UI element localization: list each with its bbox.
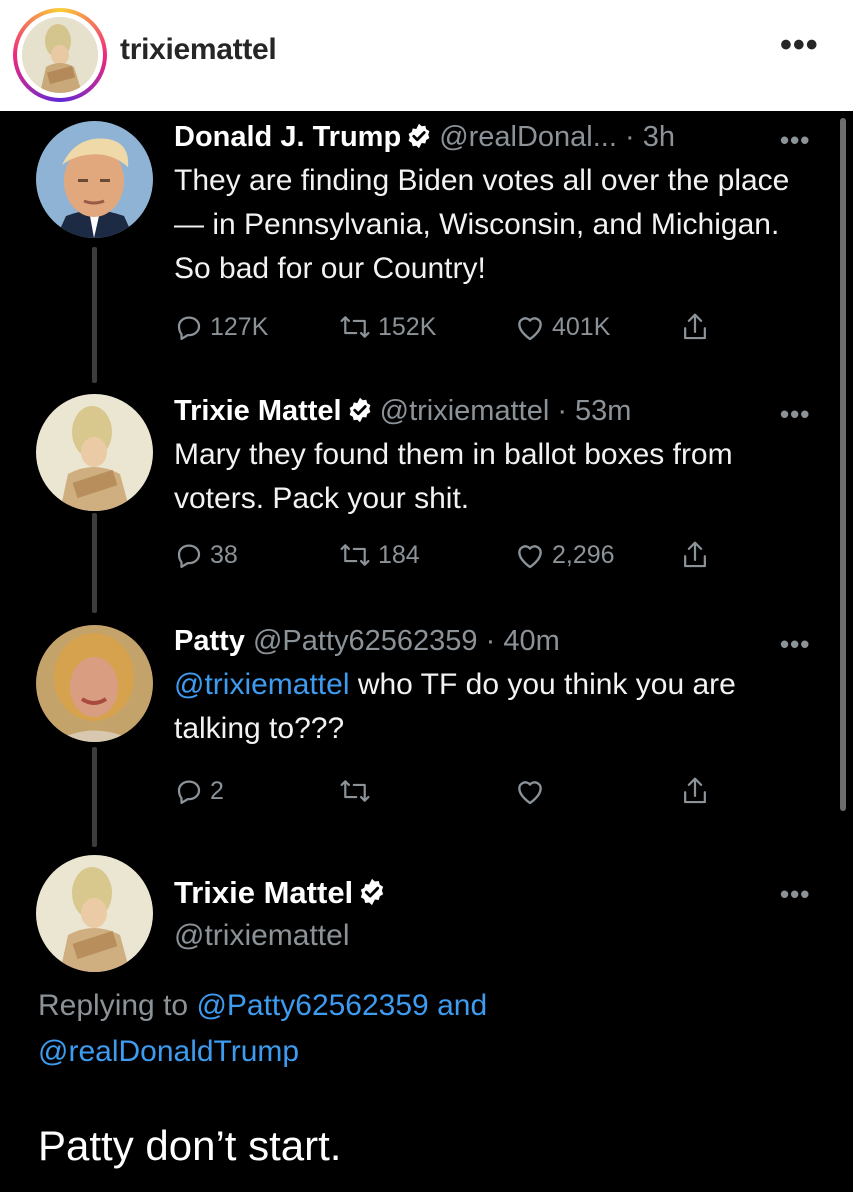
avatar[interactable] bbox=[36, 394, 153, 511]
thread-line bbox=[92, 747, 97, 847]
more-options-icon[interactable]: ••• bbox=[780, 127, 810, 153]
more-options-icon[interactable]: ••• bbox=[780, 401, 810, 427]
verified-badge-icon bbox=[405, 119, 433, 163]
share-button[interactable] bbox=[680, 535, 710, 575]
retweet-button[interactable]: 152K bbox=[338, 307, 436, 347]
like-count: 2,296 bbox=[552, 541, 615, 569]
retweet-button[interactable]: 184 bbox=[338, 535, 420, 575]
avatar[interactable] bbox=[36, 855, 153, 972]
mention-link[interactable]: @Patty62562359 bbox=[196, 989, 428, 1022]
replying-prefix: Replying to bbox=[38, 989, 197, 1022]
author-name[interactable]: Patty bbox=[174, 625, 245, 657]
avatar-image bbox=[22, 17, 98, 93]
share-icon bbox=[680, 775, 710, 807]
avatar[interactable] bbox=[36, 121, 153, 238]
like-button[interactable]: 401K bbox=[514, 307, 610, 347]
share-icon bbox=[680, 539, 710, 571]
retweet-button[interactable] bbox=[338, 771, 378, 811]
heart-icon bbox=[514, 776, 546, 806]
reply-button[interactable]: 127K bbox=[174, 307, 268, 347]
author-name[interactable]: Trixie Mattel bbox=[174, 395, 342, 427]
scrollbar[interactable] bbox=[840, 118, 846, 811]
author-name[interactable]: Donald J. Trump bbox=[174, 121, 401, 153]
author-handle[interactable]: @realDonal... bbox=[439, 121, 617, 153]
share-button[interactable] bbox=[680, 307, 710, 347]
thread-line bbox=[92, 513, 97, 613]
mention-link[interactable]: @realDonaldTrump bbox=[38, 1035, 299, 1068]
like-count: 401K bbox=[552, 313, 611, 341]
like-button[interactable] bbox=[514, 771, 552, 811]
share-button[interactable] bbox=[680, 771, 710, 811]
tweet-time: · 40m bbox=[485, 625, 560, 657]
author-handle[interactable]: @trixiemattel bbox=[380, 395, 550, 427]
reply-count: 127K bbox=[210, 313, 269, 341]
more-options-icon[interactable]: ••• bbox=[780, 631, 810, 657]
share-icon bbox=[680, 311, 710, 343]
profile-avatar[interactable] bbox=[13, 8, 107, 102]
more-options-icon[interactable]: ••• bbox=[780, 28, 819, 62]
heart-icon bbox=[514, 312, 546, 342]
reply-icon bbox=[174, 312, 204, 342]
mention-link[interactable]: @trixiemattel bbox=[174, 668, 350, 701]
author-name[interactable]: Trixie Mattel bbox=[174, 875, 353, 910]
tweet-text: They are finding Biden votes all over th… bbox=[174, 164, 790, 285]
reply-button[interactable]: 38 bbox=[174, 535, 238, 575]
reply-icon bbox=[174, 540, 204, 570]
verified-badge-icon bbox=[357, 877, 387, 925]
tweet-text: @trixiemattel who TF do you think you ar… bbox=[174, 663, 814, 751]
retweet-count: 152K bbox=[378, 313, 437, 341]
tweet-text: Patty don’t start. bbox=[38, 1122, 342, 1169]
tweet-screenshot: Donald J. Trump @realDonal... · 3h They a… bbox=[0, 111, 853, 1192]
verified-badge-icon bbox=[346, 393, 374, 437]
author-handle[interactable]: @trixiemattel bbox=[174, 915, 814, 957]
tweet-time: · 3h bbox=[625, 121, 675, 153]
username[interactable]: trixiemattel bbox=[120, 33, 277, 67]
reply-count: 2 bbox=[210, 777, 224, 805]
replying-and: and bbox=[428, 989, 488, 1022]
avatar[interactable] bbox=[36, 625, 153, 742]
reply-icon bbox=[174, 776, 204, 806]
tweet-text: Mary they found them in ballot boxes fro… bbox=[174, 438, 733, 515]
instagram-header: trixiemattel ••• bbox=[0, 0, 853, 111]
retweet-icon bbox=[338, 776, 372, 806]
replying-to: Replying to @Patty62562359 and @realDona… bbox=[38, 983, 818, 1075]
retweet-count: 184 bbox=[378, 541, 420, 569]
more-options-icon[interactable]: ••• bbox=[780, 881, 810, 907]
like-button[interactable]: 2,296 bbox=[514, 535, 615, 575]
reply-button[interactable]: 2 bbox=[174, 771, 224, 811]
retweet-icon bbox=[338, 540, 372, 570]
tweet-time: · 53m bbox=[557, 395, 632, 427]
thread-line bbox=[92, 247, 97, 383]
reply-count: 38 bbox=[210, 541, 238, 569]
heart-icon bbox=[514, 540, 546, 570]
author-handle[interactable]: @Patty62562359 bbox=[253, 625, 478, 657]
retweet-icon bbox=[338, 312, 372, 342]
